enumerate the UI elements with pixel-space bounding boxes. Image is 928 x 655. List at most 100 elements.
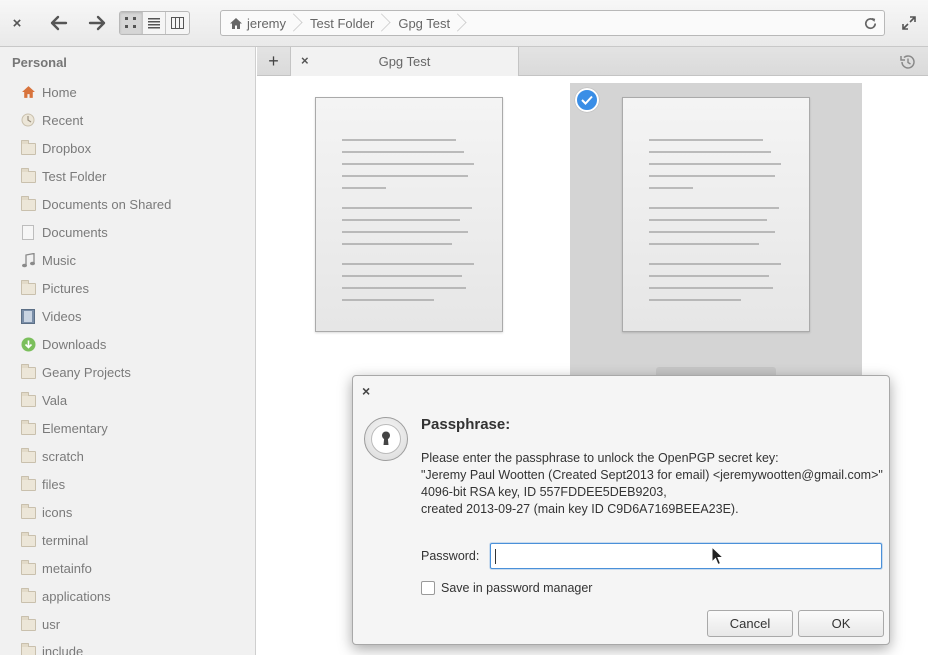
sidebar-item-label: Music [42,252,76,268]
dialog-close-button[interactable]: × [362,383,370,399]
sidebar-item-usr[interactable]: usr [20,613,60,635]
sidebar-item-label: include [42,643,84,655]
message-line: Please enter the passphrase to unlock th… [421,451,779,465]
breadcrumb-home[interactable]: jeremy [221,11,296,35]
sidebar-item-music[interactable]: Music [20,249,76,271]
tab-bar: + × Gpg Test [257,47,928,76]
sidebar-item-pictures[interactable]: Pictures [20,277,89,299]
column-view-button[interactable] [166,12,189,34]
text-caret [495,549,496,564]
sidebar-item-vala[interactable]: Vala [20,389,67,411]
sidebar-item-label: Test Folder [42,168,107,184]
sidebar-item-label: Documents on Shared [42,196,172,212]
sidebar-item-documents-on-shared[interactable]: Documents on Shared [20,193,171,215]
documents-icon [20,224,36,240]
sidebar-item-test-folder[interactable]: Test Folder [20,165,106,187]
sidebar-item-files[interactable]: files [20,473,65,495]
sidebar-item-icons[interactable]: icons [20,501,72,523]
breadcrumb-test-folder[interactable]: Test Folder [296,11,384,35]
sidebar-item-label: applications [42,588,111,604]
icon-view-button[interactable] [120,12,143,34]
columns-icon [171,17,184,29]
sidebar-item-metainfo[interactable]: metainfo [20,557,92,579]
downloads-icon [20,336,36,352]
music-icon [20,252,36,268]
location-bar[interactable]: jeremy Test Folder Gpg Test [220,10,885,36]
sidebar-item-label: Downloads [42,336,107,352]
grid-icon [125,17,136,28]
history-button[interactable] [898,53,916,71]
message-line: created 2013-09-27 (main key ID C9D6A716… [421,502,739,516]
folder-icon [20,196,36,212]
sidebar-item-elementary[interactable]: Elementary [20,417,108,439]
document-thumbnail-selected[interactable] [622,97,810,332]
folder-icon [20,168,36,184]
folder-icon [20,420,36,436]
folder-icon [20,616,36,632]
sidebar-item-videos[interactable]: Videos [20,305,82,327]
folder-icon [20,560,36,576]
document-lines-icon [649,139,781,301]
sidebar-item-scratch[interactable]: scratch [20,445,84,467]
folder-icon [20,364,36,380]
list-view-button[interactable] [143,12,166,34]
sidebar-item-label: terminal [42,532,89,548]
view-switcher [119,11,190,35]
breadcrumb-gpg-test[interactable]: Gpg Test [384,11,460,35]
sidebar: Personal Home Recent Dropbox Test Folder… [0,47,256,655]
password-input[interactable] [490,543,882,569]
arrow-left-icon [50,15,68,31]
folder-icon [20,588,36,604]
recent-icon [20,112,36,128]
sidebar-item-label: scratch [42,448,84,464]
sidebar-item-downloads[interactable]: Downloads [20,333,106,355]
back-button[interactable] [46,11,72,35]
save-password-checkbox[interactable] [421,581,435,595]
arrow-right-icon [88,15,106,31]
selection-checkmark-icon[interactable] [575,88,599,112]
breadcrumb-label: Gpg Test [398,15,451,31]
mouse-cursor-icon [711,546,725,566]
passphrase-dialog: × Passphrase: Please enter the passphras… [352,375,890,645]
forward-button[interactable] [84,11,110,35]
history-icon [900,55,915,69]
sidebar-item-label: files [42,476,66,492]
tab-gpg-test[interactable]: × Gpg Test [291,47,519,76]
message-line: 4096-bit RSA key, ID 557FDDEE5DEB9203, [421,485,667,499]
home-icon [20,84,36,100]
folder-icon [20,532,36,548]
sidebar-item-applications[interactable]: applications [20,585,111,607]
document-lines-icon [342,139,474,301]
maximize-button[interactable] [898,11,920,35]
folder-icon [20,392,36,408]
sidebar-item-dropbox[interactable]: Dropbox [20,137,91,159]
sidebar-item-include[interactable]: include [20,640,83,655]
window-close-button[interactable]: × [6,11,28,35]
ok-button[interactable]: OK [798,610,884,637]
save-password-row[interactable]: Save in password manager [421,581,592,595]
sidebar-item-label: icons [42,504,73,520]
sidebar-item-label: Pictures [42,280,89,296]
sidebar-item-label: Home [42,84,77,100]
document-thumbnail[interactable] [315,97,503,332]
sidebar-heading: Personal [12,55,67,70]
sidebar-item-label: Vala [42,392,68,408]
new-tab-button[interactable]: + [257,47,291,75]
reload-button[interactable] [862,15,878,31]
maximize-icon [902,16,916,30]
sidebar-item-label: Recent [42,112,84,128]
sidebar-item-label: Dropbox [42,140,92,156]
sidebar-item-label: metainfo [42,560,92,576]
folder-icon [20,504,36,520]
home-icon [229,17,243,30]
sidebar-item-recent[interactable]: Recent [20,109,83,131]
breadcrumb-label: jeremy [247,15,287,31]
sidebar-item-home[interactable]: Home [20,81,77,103]
sidebar-item-documents[interactable]: Documents [20,221,108,243]
cancel-button[interactable]: Cancel [707,610,793,637]
sidebar-item-geany-projects[interactable]: Geany Projects [20,361,131,383]
folder-icon [20,476,36,492]
sidebar-item-terminal[interactable]: terminal [20,529,88,551]
folder-icon [20,448,36,464]
password-label: Password: [421,549,480,563]
